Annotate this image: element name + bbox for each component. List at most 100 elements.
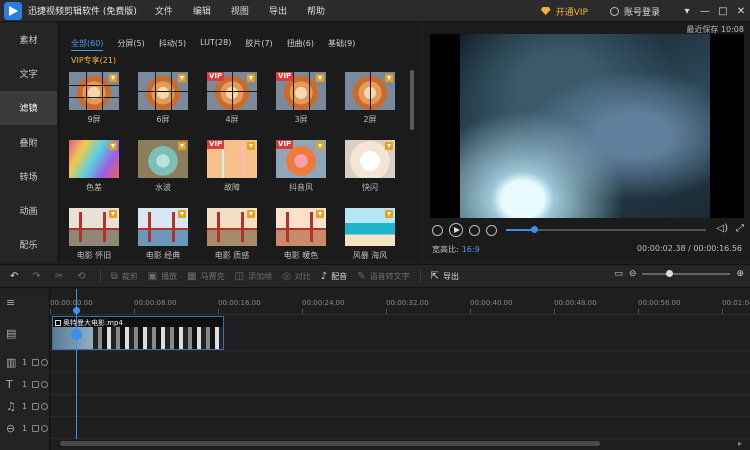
download-icon[interactable] (109, 74, 117, 82)
tool-button-4[interactable]: ⧉ 裁剪 (111, 271, 138, 282)
stop-button[interactable] (486, 224, 497, 236)
filter-tile[interactable]: 电影 经典 (138, 208, 188, 261)
lock-icon[interactable] (32, 424, 39, 432)
filter-tile[interactable]: 6屏 (138, 72, 188, 125)
tool-button-8[interactable]: ◎ 对比 (282, 271, 311, 282)
filter-tile[interactable]: 风暴 海风 (345, 208, 395, 261)
filter-tab-6[interactable]: 基础(9) (328, 38, 355, 51)
filter-tile[interactable]: 电影 暖色 (276, 208, 326, 261)
progress-knob[interactable] (531, 226, 538, 233)
track-header-4: ⊖ 1 (0, 418, 50, 438)
lock-icon[interactable] (32, 380, 39, 388)
download-icon[interactable] (109, 210, 117, 218)
playhead-knob[interactable] (71, 329, 82, 340)
filter-tab-2[interactable]: 抖动(5) (159, 38, 186, 51)
filter-tab-4[interactable]: 胶片(7) (245, 38, 272, 51)
login-button[interactable]: 账号登录 (609, 5, 660, 18)
filter-tab-0[interactable]: 全部(60) (71, 38, 104, 51)
eye-icon[interactable] (41, 402, 48, 410)
fullscreen-icon[interactable]: ⤢ (736, 223, 744, 234)
filter-tab-3[interactable]: LUT(28) (200, 38, 231, 51)
tool-button-10[interactable]: ✎ 语音转文字 (357, 271, 409, 282)
download-icon[interactable] (385, 142, 393, 150)
eye-icon[interactable] (41, 424, 48, 432)
dropdown-icon[interactable]: ▾ (678, 6, 696, 17)
tool-button-1[interactable]: ↷ (32, 271, 44, 282)
download-icon[interactable] (247, 210, 255, 218)
minimize-button[interactable]: — (696, 6, 714, 17)
sidebar-item-1[interactable]: 文字 (0, 56, 57, 90)
playback-progress[interactable] (506, 226, 706, 233)
zoom-slider[interactable] (642, 270, 731, 277)
eye-icon[interactable] (41, 380, 48, 388)
download-icon[interactable] (109, 142, 117, 150)
download-icon[interactable] (385, 210, 393, 218)
filter-tile[interactable]: VIP 故障 (207, 140, 257, 193)
volume-icon[interactable]: ◁) (716, 223, 728, 234)
menu-edit[interactable]: 编辑 (193, 4, 211, 17)
filter-tile[interactable]: 色差 (69, 140, 119, 193)
playhead[interactable] (76, 289, 77, 439)
download-icon[interactable] (178, 210, 186, 218)
lock-icon[interactable] (32, 358, 39, 366)
tool-button-3[interactable]: ⟲ (77, 271, 89, 282)
tool-button-11[interactable]: ⇱ 导出 (431, 271, 459, 282)
tool-button-0[interactable]: ↶ (10, 271, 22, 282)
fit-icon[interactable]: ▭ (614, 269, 623, 279)
filter-tile[interactable]: VIP 4屏 (207, 72, 257, 125)
close-button[interactable]: ✕ (732, 6, 750, 17)
filter-tile[interactable]: 电影 怀旧 (69, 208, 119, 261)
download-icon[interactable] (247, 74, 255, 82)
download-icon[interactable] (316, 142, 324, 150)
sidebar-item-0[interactable]: 素材 (0, 22, 57, 56)
download-icon[interactable] (385, 74, 393, 82)
toolbar-separator (99, 269, 101, 283)
sidebar-item-6[interactable]: 配乐 (0, 228, 57, 262)
sidebar-item-5[interactable]: 动画 (0, 193, 57, 227)
lock-icon[interactable] (32, 402, 39, 410)
add-track-button[interactable]: ≡ (0, 293, 50, 311)
tool-button-6[interactable]: ▦ 马赛克 (187, 271, 224, 282)
download-icon[interactable] (247, 142, 255, 150)
vip-badge: VIP (207, 72, 225, 81)
download-icon[interactable] (178, 142, 186, 150)
filter-tile[interactable]: 快闪 (345, 140, 395, 193)
tool-button-7[interactable]: ◫ 添加帧 (235, 271, 272, 282)
filter-tile[interactable]: VIP 抖音风 (276, 140, 326, 193)
vip-button[interactable]: 开通VIP (540, 5, 588, 18)
menu-export[interactable]: 导出 (269, 4, 287, 17)
filter-tile[interactable]: 水波 (138, 140, 188, 193)
prev-frame-button[interactable] (432, 224, 443, 236)
play-button[interactable] (449, 223, 463, 237)
zoom-out-icon[interactable]: ⊖ (629, 269, 637, 279)
sidebar-item-4[interactable]: 转场 (0, 159, 57, 193)
filter-tile[interactable]: 9屏 (69, 72, 119, 125)
maximize-button[interactable]: □ (714, 6, 732, 17)
menu-file[interactable]: 文件 (155, 4, 173, 17)
menu-help[interactable]: 帮助 (307, 4, 325, 17)
filter-tile[interactable]: VIP 3屏 (276, 72, 326, 125)
download-icon[interactable] (178, 74, 186, 82)
next-frame-button[interactable] (469, 224, 480, 236)
panel-scrollbar[interactable] (410, 70, 414, 130)
menu-view[interactable]: 视图 (231, 4, 249, 17)
download-icon[interactable] (316, 74, 324, 82)
tool-button-2[interactable]: ✂ (55, 271, 67, 282)
eye-icon[interactable] (41, 358, 48, 366)
ratio-value[interactable]: 16:9 (462, 245, 480, 254)
timeline-scrollbar[interactable] (60, 441, 600, 446)
zoom-in-icon[interactable]: ⊕ (736, 269, 744, 279)
download-icon[interactable] (316, 210, 324, 218)
sidebar-item-2[interactable]: 滤镜 (0, 90, 57, 125)
zoom-knob[interactable] (665, 270, 673, 277)
filter-tab-5[interactable]: 扭曲(6) (287, 38, 314, 51)
filter-tab-1[interactable]: 分屏(5) (117, 38, 144, 51)
filter-tile[interactable]: 电影 质感 (207, 208, 257, 261)
timeline-ruler[interactable]: 00:00:00.00 00:00:08.00 00:00:16.00 00:00:2… (50, 289, 750, 315)
scroll-right-icon[interactable]: ▸ (738, 439, 742, 448)
tool-button-9[interactable]: ♪ 配音 (321, 271, 347, 282)
sidebar-item-3[interactable]: 叠附 (0, 125, 57, 159)
tool-button-5[interactable]: ▣ 播放 (148, 271, 177, 282)
aspect-ratio[interactable]: 宽高比: 16:9 (432, 244, 480, 255)
filter-tile[interactable]: 2屏 (345, 72, 395, 125)
